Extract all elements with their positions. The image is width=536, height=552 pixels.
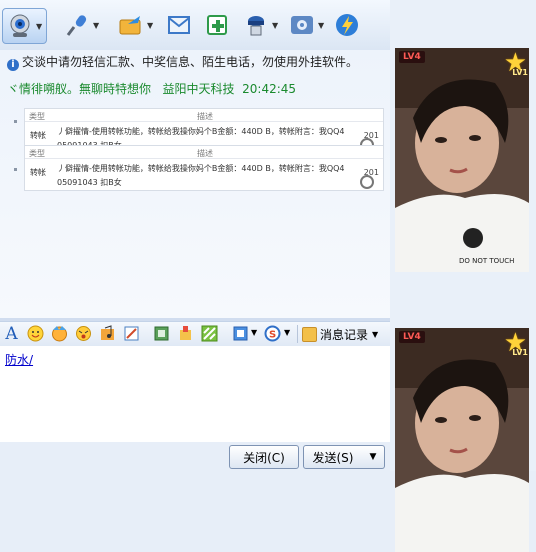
sticker-icon[interactable] xyxy=(201,325,218,342)
star-level-badge: LV1 xyxy=(512,68,528,77)
send-options-button[interactable]: ▼ xyxy=(362,445,385,469)
search-icon[interactable]: S xyxy=(264,325,281,342)
font-icon[interactable]: A xyxy=(3,324,20,344)
divider xyxy=(25,158,383,159)
email-button[interactable] xyxy=(166,8,192,42)
self-photo[interactable]: LV4 ★ LV1 xyxy=(395,328,529,552)
apps-icon xyxy=(289,12,315,38)
remote-assist-button[interactable]: ▼ xyxy=(243,8,278,42)
chevron-down-icon[interactable]: ▼ xyxy=(318,21,324,30)
gift-icon[interactable] xyxy=(232,325,249,342)
speed-button[interactable] xyxy=(334,8,360,42)
chevron-down-icon[interactable]: ▼ xyxy=(284,328,290,337)
info-icon: i xyxy=(7,59,19,71)
divider xyxy=(25,121,383,122)
voice-call-icon xyxy=(64,12,90,38)
message-header: ヾ情徘嗍舣。無聊時特想你 益阳中天科技 20:42:45 xyxy=(7,80,296,97)
list-bullet xyxy=(14,120,17,123)
create-group-button[interactable] xyxy=(205,8,231,42)
chevron-down-icon[interactable]: ▼ xyxy=(147,21,153,30)
email-icon xyxy=(166,12,192,38)
chevron-down-icon[interactable]: ▼ xyxy=(93,21,99,30)
svg-text:S: S xyxy=(269,330,276,341)
shirt-print: DO NOT TOUCH xyxy=(459,257,514,265)
video-call-icon xyxy=(7,13,33,39)
image-icon[interactable] xyxy=(177,325,194,342)
list-bullet xyxy=(14,168,17,171)
chevron-down-icon[interactable]: ▼ xyxy=(251,328,257,337)
notice-text: 交谈中请勿轻信汇款、中奖信息、陌生电话，勿使用外挂软件。 xyxy=(22,55,359,69)
transfer-type: 转帐 xyxy=(30,131,46,140)
level-badge: LV4 xyxy=(399,51,425,63)
transfer-type: 转帐 xyxy=(30,168,46,177)
transfer-description-cont: 05091043 扣B女 xyxy=(57,178,122,187)
message-history-icon xyxy=(302,326,317,342)
transfer-description: 丿僻擢情-使用转帐功能，转帐给我操你妈个B金额：440D B，转帐附言：我QQ4 xyxy=(57,164,345,173)
chevron-down-icon[interactable]: ▼ xyxy=(272,21,278,30)
message-history-label: 消息记录 xyxy=(320,327,369,342)
shake-icon[interactable] xyxy=(75,325,92,342)
transfer-card[interactable]: 类型 描述 转帐 丿僻擢情-使用转帐功能，转帐给我操你妈个B金额：440D B，… xyxy=(24,145,384,191)
magic-face-icon[interactable] xyxy=(51,325,68,342)
video-call-button[interactable]: ▼ xyxy=(2,8,48,44)
apps-button[interactable]: ▼ xyxy=(289,8,324,42)
create-group-icon xyxy=(205,12,231,38)
star-level-badge: LV1 xyxy=(512,348,528,357)
right-panel: DO NOT TOUCH LV4 ★ LV1 LV4 ★ LV1 xyxy=(390,0,536,552)
message-time: 20:42:45 xyxy=(242,82,297,96)
chevron-down-icon: ▼ xyxy=(369,452,377,462)
message-history-button[interactable]: 消息记录 ▼ xyxy=(302,325,378,343)
input-toolbar: A ▼ S ▼ 消息记录 ▼ xyxy=(0,321,390,346)
security-notice: i 交谈中请勿轻信汇款、中奖信息、陌生电话，勿使用外挂软件。 xyxy=(7,53,387,71)
input-text[interactable]: 防水/ xyxy=(5,351,33,368)
voice-call-button[interactable]: ▼ xyxy=(64,8,99,42)
doodle-icon[interactable] xyxy=(123,325,140,342)
level-badge: LV4 xyxy=(399,331,425,343)
chevron-down-icon[interactable]: ▼ xyxy=(36,22,42,31)
footer-bar: 关闭(C) 发送(S) ▼ xyxy=(0,442,390,471)
screenshot-icon[interactable] xyxy=(153,325,170,342)
send-file-button[interactable]: ▼ xyxy=(118,8,153,42)
remote-assist-icon xyxy=(243,12,269,38)
self-photo-image xyxy=(395,328,529,552)
sender-name[interactable]: ヾ情徘嗍舣。無聊時特想你 xyxy=(7,82,151,96)
sender-company: 益阳中天科技 xyxy=(162,82,235,96)
emoticon-icon[interactable] xyxy=(27,325,44,342)
close-button[interactable]: 关闭(C) xyxy=(229,445,299,469)
send-file-icon xyxy=(118,12,144,38)
message-log[interactable]: i 交谈中请勿轻信汇款、中奖信息、陌生电话，勿使用外挂软件。 ヾ情徘嗍舣。無聊時特… xyxy=(0,50,390,318)
contact-photo[interactable]: DO NOT TOUCH LV4 ★ LV1 xyxy=(395,48,529,272)
message-input[interactable]: 防水/ xyxy=(0,346,390,442)
chevron-down-icon: ▼ xyxy=(372,329,379,339)
speed-icon xyxy=(334,12,360,38)
contact-photo-image: DO NOT TOUCH xyxy=(395,48,529,272)
zoom-icon[interactable] xyxy=(360,175,374,189)
music-icon[interactable] xyxy=(99,325,116,342)
divider xyxy=(297,325,298,343)
top-toolbar: ▼ ▼ ▼ ▼ ▼ xyxy=(0,0,390,50)
transfer-description: 丿僻擢情-使用转帐功能，转帐给我操你妈个B金额：440D B，转帐附言：我QQ4 xyxy=(57,127,345,136)
send-button[interactable]: 发送(S) xyxy=(303,445,363,469)
